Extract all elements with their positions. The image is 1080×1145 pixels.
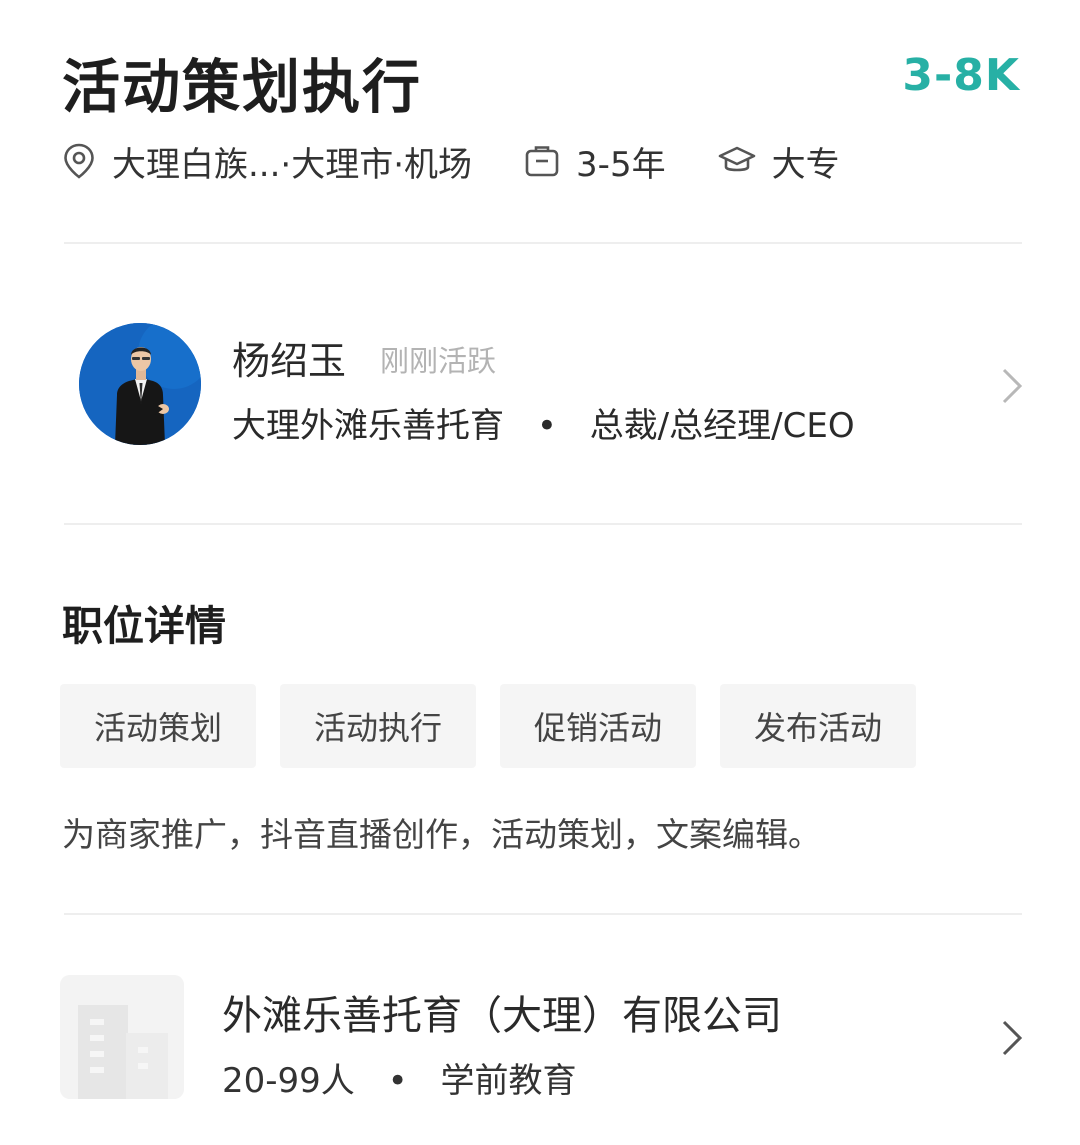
divider bbox=[64, 523, 1022, 525]
company-meta: 20-99人 • 学前教育 bbox=[222, 1053, 576, 1102]
divider bbox=[64, 242, 1022, 244]
job-title: 活动策划执行 bbox=[62, 53, 423, 121]
recruiter-avatar bbox=[79, 323, 201, 445]
divider bbox=[64, 913, 1022, 915]
job-education: 大专 bbox=[718, 137, 840, 186]
company-industry: 学前教育 bbox=[440, 1061, 577, 1101]
skill-tags: 活动策划 活动执行 促销活动 发布活动 bbox=[60, 684, 917, 768]
building-icon bbox=[60, 975, 184, 1099]
separator-dot: • bbox=[536, 406, 557, 446]
chevron-right-icon[interactable] bbox=[996, 1018, 1026, 1058]
education-text: 大专 bbox=[771, 144, 840, 185]
recruiter-card[interactable]: 杨绍玉 刚刚活跃 大理外滩乐善托育 • 总裁/总经理/CEO bbox=[64, 296, 1024, 476]
job-description: 为商家推广，抖音直播创作，活动策划，文案编辑。 bbox=[62, 815, 821, 854]
recruiter-photo bbox=[79, 323, 201, 445]
recruiter-company-position: 大理外滩乐善托育 • 总裁/总经理/CEO bbox=[232, 398, 855, 447]
active-status: 刚刚活跃 bbox=[380, 344, 497, 378]
job-experience: 3-5年 bbox=[524, 137, 666, 186]
chevron-right-icon[interactable] bbox=[996, 366, 1026, 406]
company-name[interactable]: 外滩乐善托育（大理）有限公司 bbox=[222, 983, 782, 1041]
recruiter-position: 总裁/总经理/CEO bbox=[589, 406, 855, 446]
experience-text: 3-5年 bbox=[576, 144, 666, 185]
location-pin-icon bbox=[64, 143, 94, 179]
separator-dot: • bbox=[387, 1061, 408, 1101]
salary-range: 3-8K bbox=[902, 50, 1020, 101]
skill-tag: 发布活动 bbox=[720, 684, 917, 768]
company-size: 20-99人 bbox=[222, 1061, 355, 1101]
section-title-job-details: 职位详情 bbox=[62, 602, 226, 650]
skill-tag: 活动策划 bbox=[60, 684, 257, 768]
job-meta-row: 大理白族...·大理市·机场 3-5年 大专 bbox=[62, 136, 840, 186]
skill-tag: 促销活动 bbox=[500, 684, 697, 768]
job-location: 大理白族...·大理市·机场 bbox=[62, 137, 472, 186]
recruiter-name: 杨绍玉 bbox=[232, 339, 347, 383]
company-logo[interactable] bbox=[60, 975, 184, 1099]
graduation-cap-icon bbox=[718, 146, 755, 172]
skill-tag: 活动执行 bbox=[280, 684, 477, 768]
briefcase-icon bbox=[525, 146, 559, 177]
recruiter-company: 大理外滩乐善托育 bbox=[232, 406, 504, 446]
location-text: 大理白族...·大理市·机场 bbox=[112, 144, 473, 185]
